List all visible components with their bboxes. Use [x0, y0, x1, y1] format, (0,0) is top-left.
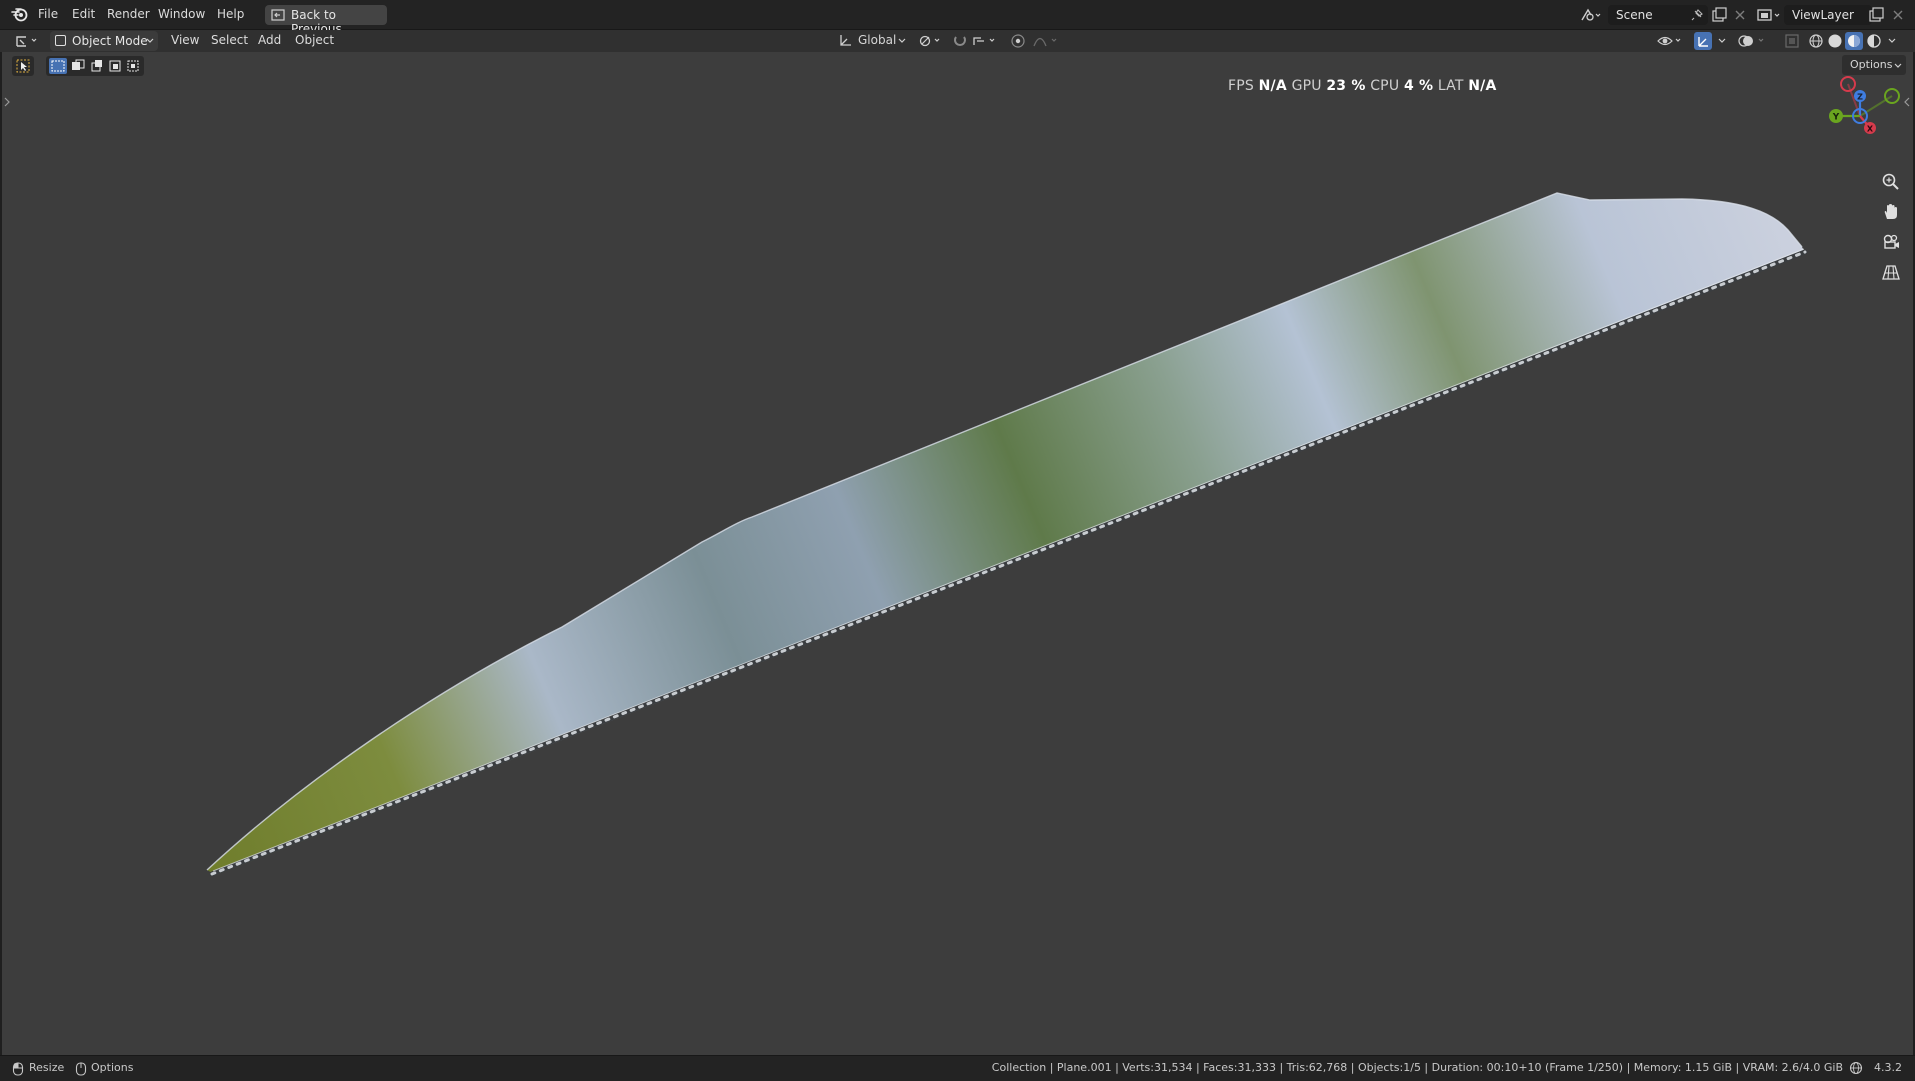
new-view-layer-icon[interactable]	[1868, 7, 1884, 23]
pin-icon[interactable]	[1690, 8, 1704, 22]
gizmo-toggle-button[interactable]	[1694, 32, 1712, 50]
top-menu-bar: File Edit Render Window Help Back to Pre…	[0, 0, 1915, 36]
menu-add[interactable]: Add	[258, 33, 281, 47]
menu-render[interactable]: Render	[107, 7, 150, 21]
transform-orientation-dropdown[interactable]: Global	[836, 31, 910, 51]
scene-name: Scene	[1616, 8, 1653, 22]
back-to-previous-button[interactable]: Back to Previous	[265, 5, 387, 36]
object-mode-icon	[55, 35, 66, 46]
orientation-label: Global	[858, 33, 897, 47]
transform-orientation-icon	[840, 35, 851, 46]
menu-edit[interactable]: Edit	[72, 7, 95, 21]
menu-file[interactable]: File	[38, 7, 58, 21]
view-layer-field[interactable]: ViewLayer	[1784, 5, 1872, 25]
gizmo-icon	[1698, 37, 1708, 47]
viewport-header: Object Mode View Select Add Object Globa…	[0, 30, 1915, 52]
menu-select[interactable]: Select	[211, 33, 248, 47]
overlay-icon[interactable]	[1738, 33, 1768, 49]
knife-blade-mesh[interactable]	[2, 52, 1913, 1052]
material-shading-button[interactable]	[1845, 32, 1863, 50]
menu-window[interactable]: Window	[158, 7, 205, 21]
new-scene-icon[interactable]	[1711, 7, 1727, 23]
mouse-icon	[12, 1062, 24, 1076]
close-icon[interactable]	[1892, 9, 1904, 21]
pivot-icon[interactable]	[918, 33, 946, 49]
resize-hint: Resize	[29, 1061, 65, 1074]
close-icon[interactable]	[1734, 9, 1746, 21]
object-mode-dropdown[interactable]: Object Mode	[50, 31, 158, 51]
chevron-down-icon[interactable]	[1888, 38, 1896, 44]
menu-help[interactable]: Help	[217, 7, 244, 21]
3d-viewport-icon[interactable]	[14, 33, 42, 49]
rendered-shading-icon[interactable]	[1866, 33, 1882, 49]
xray-icon[interactable]	[1784, 33, 1800, 49]
proportional-edit-icon[interactable]	[1010, 33, 1072, 49]
scene-name-field[interactable]: Scene	[1608, 5, 1708, 25]
view-layer-name: ViewLayer	[1792, 8, 1854, 22]
chevron-down-icon[interactable]	[1718, 38, 1726, 44]
view-layer-icon[interactable]	[1756, 7, 1782, 23]
options-hint: Options	[91, 1061, 134, 1074]
scene-statistics: Collection | Plane.001 | Verts:31,534 | …	[991, 1061, 1843, 1074]
snap-icon[interactable]	[952, 33, 1004, 49]
status-bar: Resize Options Collection | Plane.001 | …	[0, 1055, 1915, 1081]
menu-object[interactable]: Object	[295, 33, 334, 47]
menu-view[interactable]: View	[171, 33, 199, 47]
back-icon	[271, 9, 285, 21]
version-label: 4.3.2	[1874, 1061, 1902, 1074]
mouse-icon	[75, 1062, 87, 1076]
globe-icon[interactable]	[1849, 1061, 1865, 1075]
visibility-icon[interactable]	[1656, 33, 1684, 49]
chevron-down-icon	[146, 38, 154, 43]
solid-shading-icon[interactable]	[1827, 33, 1843, 49]
scene-icon[interactable]	[1580, 7, 1602, 23]
blender-logo-icon[interactable]	[11, 6, 29, 22]
material-shading-icon	[1848, 35, 1860, 47]
chevron-down-icon	[898, 38, 906, 43]
object-mode-label: Object Mode	[72, 34, 148, 48]
wireframe-shading-icon[interactable]	[1808, 33, 1824, 49]
3d-viewport[interactable]: FPS N/A GPU 23 % CPU 4 % LAT N/A Options…	[2, 52, 1913, 1052]
